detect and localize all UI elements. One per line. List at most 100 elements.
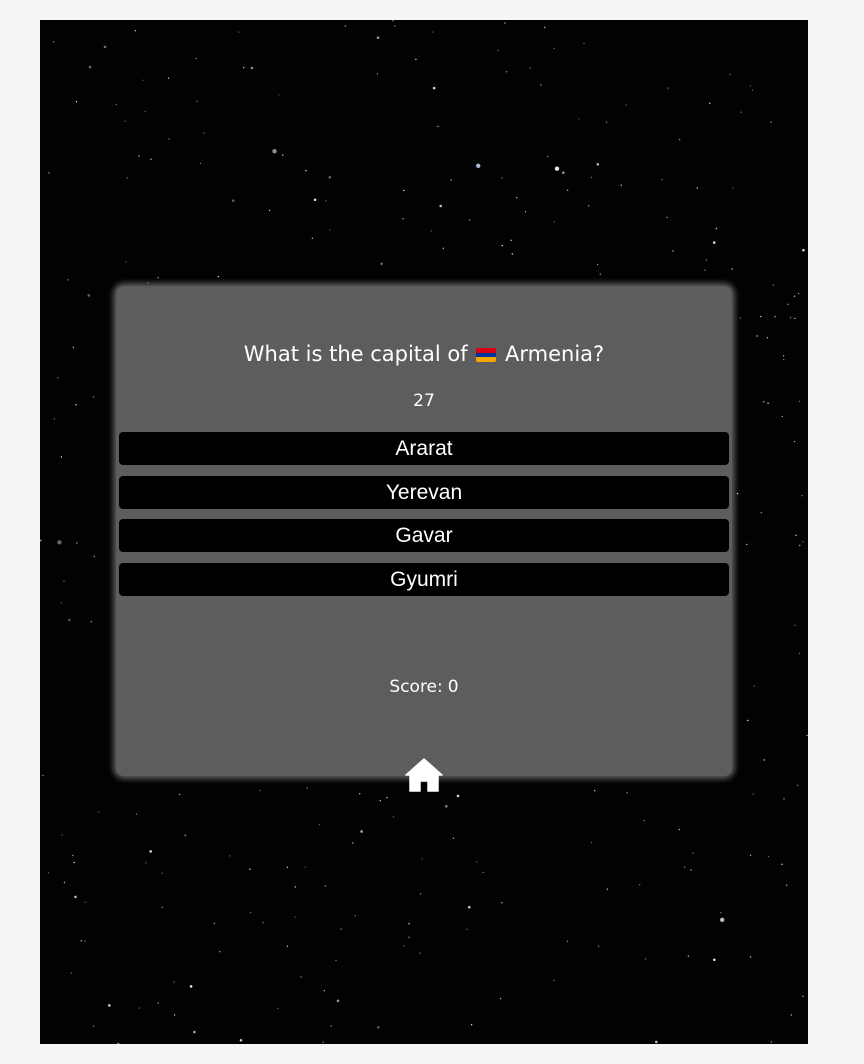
star	[84, 901, 86, 903]
star	[562, 171, 565, 174]
star	[789, 317, 792, 319]
star	[476, 163, 481, 168]
star	[135, 813, 138, 815]
star	[229, 855, 231, 857]
star	[432, 31, 434, 33]
star	[524, 211, 527, 213]
quiz-page: What is the capital of Armenia? 27 Arara…	[40, 20, 808, 1044]
star	[74, 895, 77, 899]
star	[751, 89, 754, 91]
star	[501, 177, 503, 179]
star	[93, 555, 95, 558]
star	[756, 335, 758, 337]
answer-button-gavar[interactable]: Gavar	[119, 519, 729, 552]
star	[782, 355, 785, 357]
star	[161, 906, 164, 908]
star	[752, 793, 754, 795]
star	[606, 888, 609, 890]
star	[802, 995, 804, 997]
star	[655, 1040, 658, 1044]
star	[713, 958, 716, 962]
star	[67, 279, 69, 281]
star	[794, 624, 796, 626]
star	[678, 828, 680, 831]
star	[335, 959, 337, 962]
star	[108, 1004, 111, 1007]
star	[620, 184, 622, 186]
star	[61, 834, 63, 836]
star	[740, 111, 742, 113]
star	[626, 792, 628, 794]
answer-button-ararat[interactable]: Ararat	[119, 432, 729, 465]
star	[325, 200, 327, 202]
star	[150, 158, 152, 160]
star	[802, 248, 805, 252]
star	[500, 997, 502, 1000]
answer-button-yerevan[interactable]: Yerevan	[119, 475, 729, 509]
star	[330, 1025, 332, 1027]
star	[806, 734, 808, 737]
star	[84, 940, 86, 942]
star	[583, 42, 585, 45]
star	[60, 602, 63, 604]
star	[469, 219, 471, 221]
star	[57, 377, 59, 379]
countdown-timer: 27	[413, 391, 435, 411]
star	[278, 94, 280, 96]
star	[516, 197, 518, 199]
star	[124, 120, 126, 122]
star	[40, 539, 42, 542]
star	[103, 45, 107, 49]
star	[386, 797, 388, 799]
star	[272, 149, 277, 154]
score-value: 0	[447, 677, 459, 697]
star	[359, 793, 361, 795]
star	[690, 869, 692, 871]
star	[510, 239, 512, 241]
star	[88, 65, 92, 69]
star	[286, 945, 289, 947]
star	[692, 852, 694, 854]
star	[566, 189, 569, 191]
star	[763, 759, 765, 761]
star	[193, 1030, 196, 1034]
star	[142, 79, 144, 81]
star	[63, 881, 66, 884]
star	[720, 912, 722, 914]
star	[219, 951, 221, 953]
star	[753, 685, 756, 687]
star	[72, 346, 75, 348]
star	[419, 893, 422, 895]
star	[783, 358, 785, 361]
star	[501, 244, 503, 247]
star	[639, 884, 641, 886]
star	[578, 118, 580, 120]
answer-button-gyumri[interactable]: Gyumri	[119, 562, 729, 596]
star	[340, 928, 342, 930]
star	[772, 284, 775, 286]
star	[173, 1014, 176, 1016]
star	[73, 861, 75, 864]
star	[799, 544, 801, 547]
star	[161, 872, 163, 874]
star	[392, 20, 394, 22]
star	[394, 25, 396, 27]
star	[402, 218, 404, 220]
star	[796, 784, 799, 787]
star	[168, 138, 170, 140]
star	[282, 154, 284, 156]
star	[250, 66, 254, 70]
star	[336, 999, 340, 1003]
star	[590, 841, 593, 844]
star	[540, 84, 542, 86]
home-button[interactable]	[405, 758, 443, 792]
star	[48, 172, 50, 174]
star	[90, 621, 92, 623]
quiz-card: What is the capital of Armenia? 27 Arara…	[116, 286, 732, 792]
star	[643, 819, 645, 822]
star	[76, 542, 78, 544]
star	[801, 495, 803, 497]
star	[798, 400, 801, 403]
star	[380, 262, 383, 266]
star	[328, 176, 332, 179]
